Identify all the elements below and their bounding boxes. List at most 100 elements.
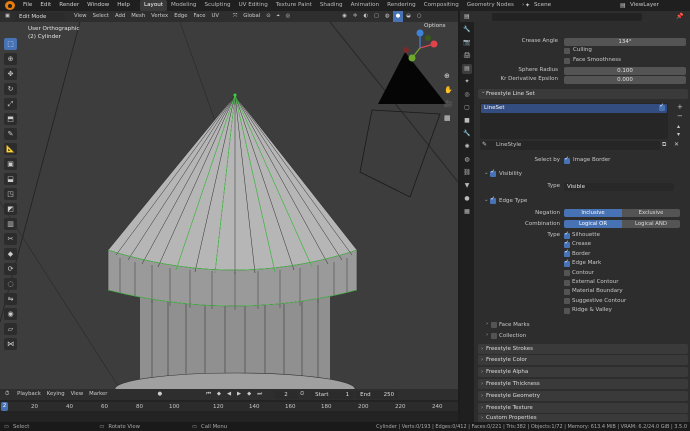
menu-timeline-view[interactable]: View [68,389,87,400]
end-frame-field[interactable]: 250 [372,390,399,399]
material-tab-icon[interactable]: ● [462,194,472,204]
remove-lineset-icon[interactable]: − [677,112,683,120]
knife-tool-icon[interactable]: ✂ [4,233,17,245]
freestyle-geometry-panel[interactable]: Freestyle Geometry [478,391,688,401]
negation-exclusive-button[interactable]: Exclusive [622,209,680,217]
record-icon[interactable]: ● [154,389,165,400]
transform-tool-icon[interactable]: ⬒ [4,113,17,125]
pivot-icon[interactable]: ⊙ [263,11,273,22]
move-tool-icon[interactable]: ✥ [4,68,17,80]
collection-arrow-icon[interactable]: › [486,332,488,338]
pan-icon[interactable]: ✋ [444,86,453,94]
edge-type-checkbox[interactable] [564,288,570,295]
xray-icon[interactable]: ▢ [371,11,382,22]
freestyle-alpha-panel[interactable]: Freestyle Alpha [478,367,688,377]
freestyle-texture-panel[interactable]: Freestyle Texture [478,403,688,413]
lineset-enabled-checkbox[interactable] [659,103,665,111]
mode-select[interactable]: Edit Mode [15,12,66,21]
menu-add[interactable]: Add [112,11,128,22]
edge-type-checkbox[interactable] [564,270,570,277]
kr-epsilon-field[interactable]: 0.000 [564,75,686,84]
navigation-gizmo[interactable] [400,28,440,68]
collection-label[interactable]: Collection [499,333,526,339]
shrink-tool-icon[interactable]: ◉ [4,308,17,320]
menu-edge[interactable]: Edge [171,11,190,22]
props-editor-icon[interactable]: ▤ [464,13,470,20]
next-key-icon[interactable]: ◆ [244,389,254,400]
lineset-item[interactable] [481,104,667,113]
tab-uv-editing[interactable]: UV Editing [235,0,272,11]
combination-or-button[interactable]: Logical OR [564,220,622,228]
camera-view-icon[interactable]: 🎥 [444,100,453,108]
modifier-tab-icon[interactable]: 🔧 [462,129,472,139]
negation-inclusive-button[interactable]: Inclusive [564,209,622,217]
object-tab-icon[interactable]: ■ [462,116,472,126]
snap-icon[interactable]: ⌖ [274,11,283,22]
tab-layout[interactable]: Layout [139,0,167,11]
start-frame-field[interactable]: 1 [331,390,354,399]
move-down-icon[interactable]: ▾ [677,131,680,138]
jump-end-icon[interactable]: ⏭ [254,389,265,400]
menu-file[interactable]: File [19,0,36,11]
menu-window[interactable]: Window [83,0,113,11]
unlink-linestyle-icon[interactable]: ✕ [674,141,679,148]
freestyle-thickness-panel[interactable]: Freestyle Thickness [478,379,688,389]
texture-tab-icon[interactable]: ▦ [462,207,472,217]
shading-render-icon[interactable]: ○ [414,11,425,22]
jump-start-icon[interactable]: ⏮ [203,389,214,400]
move-up-icon[interactable]: ▴ [677,123,680,130]
tab-rendering[interactable]: Rendering [383,0,420,11]
shear-tool-icon[interactable]: ▱ [4,323,17,335]
props-search[interactable] [492,12,642,21]
data-tab-icon[interactable]: ▼ [462,181,472,191]
ortho-toggle-icon[interactable]: ▦ [444,114,451,122]
tab-animation[interactable]: Animation [347,0,384,11]
menu-marker[interactable]: Marker [86,389,110,400]
face-marks-checkbox[interactable] [491,322,497,328]
proportional-icon[interactable]: ◎ [283,11,294,22]
image-border-checkbox[interactable] [564,156,570,164]
culling-checkbox[interactable] [564,47,570,54]
gizmo-icon[interactable]: ✛ [350,11,360,22]
collection-checkbox[interactable] [491,333,497,339]
edge-type-checkbox[interactable] [490,196,496,204]
face-marks-arrow-icon[interactable]: › [486,321,488,327]
tab-shading[interactable]: Shading [316,0,347,11]
menu-uv[interactable]: UV [209,11,223,22]
face-marks-label[interactable]: Face Marks [499,322,530,328]
tab-sculpting[interactable]: Sculpting [200,0,234,11]
constraints-tab-icon[interactable]: ⛓ [462,168,472,178]
freestyle-line-set-panel[interactable]: Freestyle Line Set [478,87,688,99]
rotate-tool-icon[interactable]: ↻ [4,83,17,95]
extrude-tool-icon[interactable]: ⬓ [4,173,17,185]
shading-material-icon[interactable]: ◒ [403,11,414,22]
inset-tool-icon[interactable]: ◳ [4,188,17,200]
prev-key-icon[interactable]: ◆ [214,389,224,400]
current-frame-field[interactable]: 2 [274,390,297,399]
edge-type-subpanel-arrow-icon[interactable]: ⌄ [484,197,489,203]
visibility-icon[interactable]: ◉ [339,11,350,22]
tab-compositing[interactable]: Compositing [420,0,463,11]
custom-properties-panel[interactable]: Custom Properties [478,414,688,422]
annotate-tool-icon[interactable]: ✎ [4,128,17,140]
rip-tool-icon[interactable]: ⋈ [4,338,17,350]
menu-render[interactable]: Render [55,0,83,11]
menu-face[interactable]: Face [191,11,209,22]
add-lineset-icon[interactable]: + [677,103,683,111]
render-tab-icon[interactable]: 📷 [462,38,472,48]
tab-texture-paint[interactable]: Texture Paint [272,0,316,11]
visibility-subpanel-arrow-icon[interactable]: ⌄ [484,170,489,176]
add-cube-tool-icon[interactable]: ▣ [4,158,17,170]
output-tab-icon[interactable]: 🖨 [462,51,472,61]
edge-slide-tool-icon[interactable]: ⇋ [4,293,17,305]
linestyle-name[interactable]: LineStyle [496,142,521,148]
spin-tool-icon[interactable]: ⟳ [4,263,17,275]
visibility-type-select[interactable]: Visible [564,182,674,191]
pin-icon[interactable]: 📌 [676,13,683,20]
physics-tab-icon[interactable]: ◍ [462,155,472,165]
scene-tab-icon[interactable]: ✦ [462,77,472,87]
menu-edit[interactable]: Edit [36,0,55,11]
visibility-label[interactable]: Visibility [499,171,522,177]
menu-vertex[interactable]: Vertex [148,11,171,22]
poly-build-tool-icon[interactable]: ◆ [4,248,17,260]
